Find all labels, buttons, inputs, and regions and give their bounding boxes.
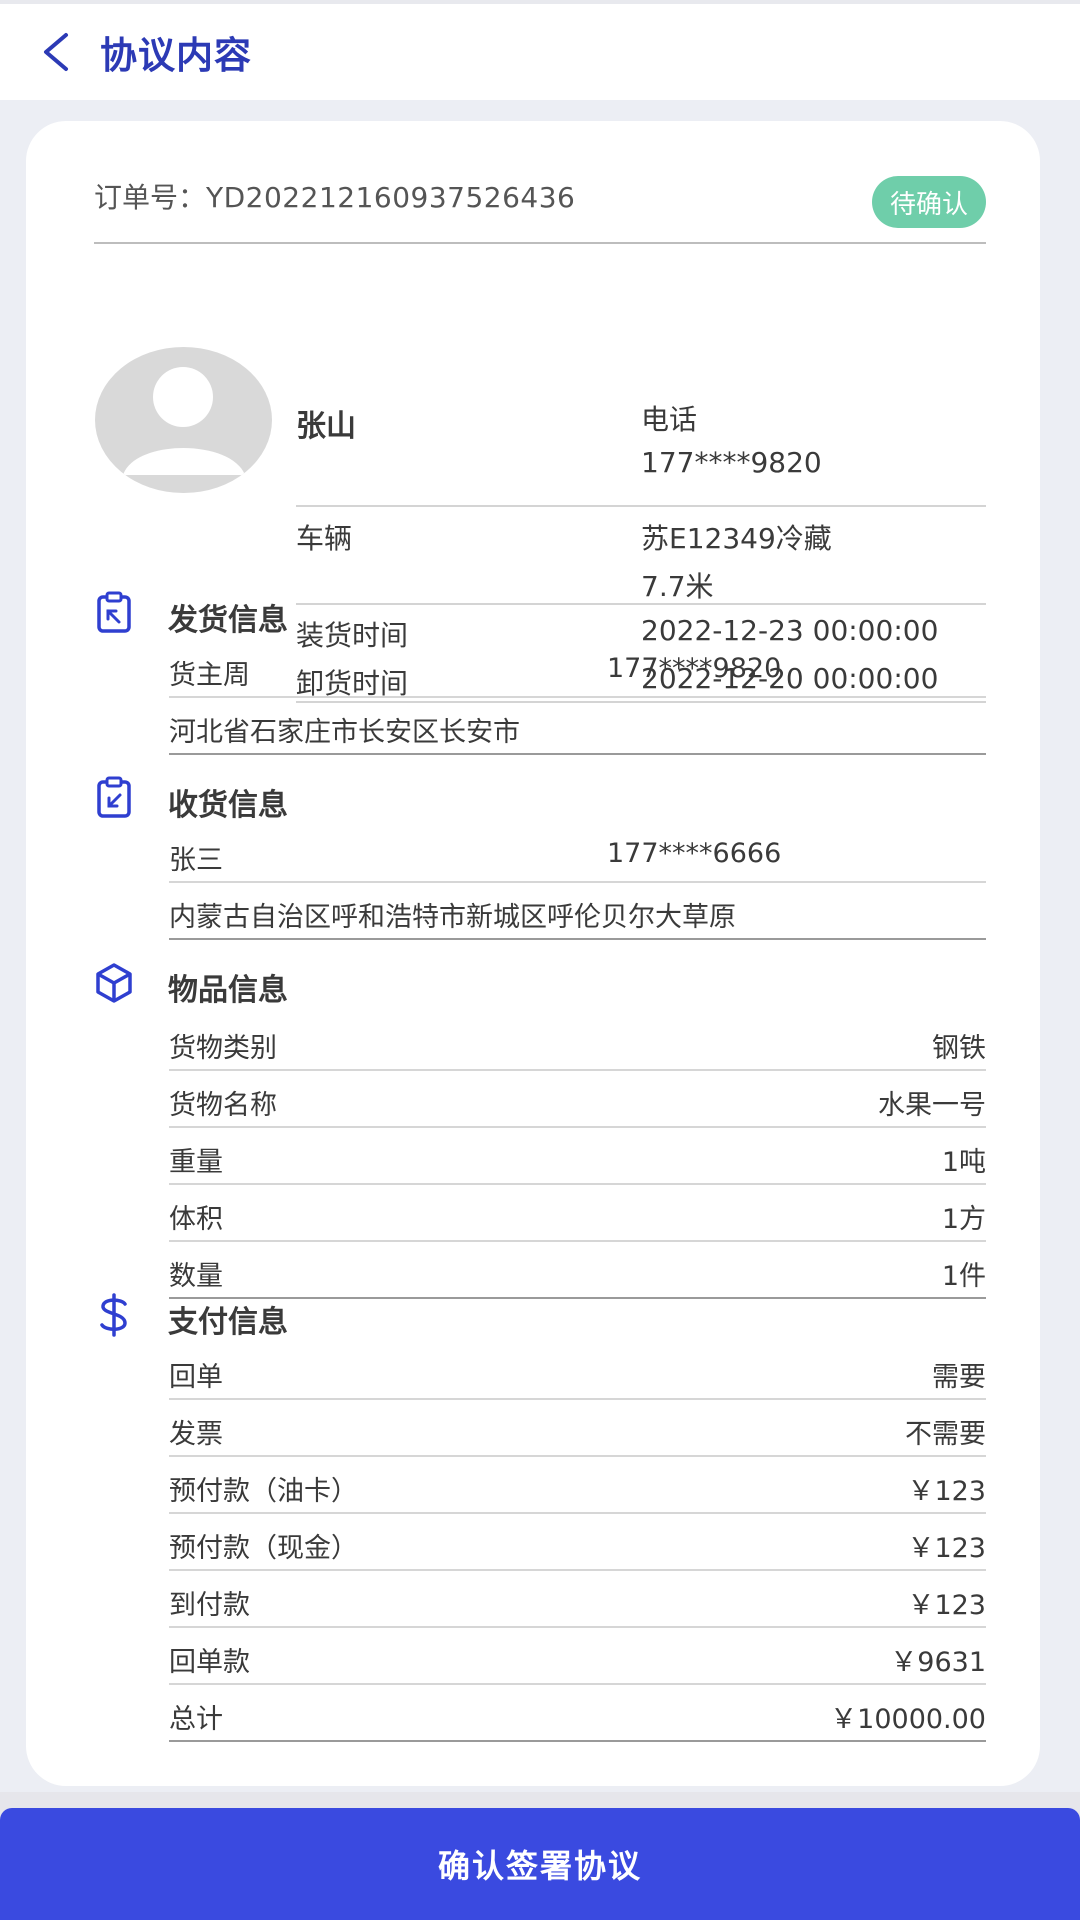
vehicle-plate: 苏E12349冷藏 (641, 522, 832, 555)
goods-volume-value: 1方 (941, 1204, 986, 1235)
invoice-label: 发票 (169, 1419, 223, 1450)
agreement-card: 订单号：YD202212160937526436 待确认 张山 电话 177**… (26, 121, 1040, 1786)
table-row: 到付款 ￥123 (169, 1571, 986, 1628)
confirm-sign-button[interactable]: 确认签署协议 (0, 1808, 1080, 1920)
receiving-rows: 张三 177****6666 内蒙古自治区呼和浩特市新城区呼伦贝尔大草原 (169, 826, 986, 940)
table-row: 体积 1方 (169, 1185, 986, 1242)
driver-phone: 177****9820 (641, 446, 822, 479)
payment-title: 支付信息 (168, 1305, 288, 1340)
list-item: 内蒙古自治区呼和浩特市新城区呼伦贝尔大草原 (169, 883, 986, 940)
shipping-rows: 货主周 177****9820 河北省石家庄市长安区长安市 (169, 641, 986, 755)
list-item: 货主周 177****9820 (169, 641, 986, 698)
shipper-name: 货主周 (169, 660, 250, 691)
dollar-icon (100, 1293, 127, 1337)
package-icon (96, 963, 132, 1003)
order-number: 订单号：YD202212160937526436 (94, 176, 575, 216)
prepay-cash-label: 预付款（现金） (169, 1533, 358, 1564)
goods-weight-value: 1吨 (941, 1147, 986, 1178)
goods-rows: 货物类别 钢铁 货物名称 水果一号 重量 1吨 体积 1方 数量 1件 (169, 1014, 986, 1299)
shipper-phone: 177****9820 (607, 653, 782, 684)
table-row: 重量 1吨 (169, 1128, 986, 1185)
cod-label: 到付款 (169, 1590, 250, 1621)
goods-name-label: 货物名称 (169, 1090, 277, 1121)
table-row: 总计 ￥10000.00 (169, 1685, 986, 1742)
clipboard-in-icon (97, 776, 131, 818)
shipping-title: 发货信息 (168, 603, 288, 638)
status-badge: 待确认 (871, 176, 986, 228)
back-button[interactable] (10, 4, 100, 100)
order-row: 订单号：YD202212160937526436 待确认 (94, 176, 986, 244)
phone-label: 电话 (641, 403, 698, 436)
order-label: 订单号： (94, 181, 207, 214)
driver-name: 张山 (296, 409, 356, 444)
receipt-label: 回单 (169, 1362, 223, 1393)
prepay-fuel-value: ￥123 (907, 1476, 986, 1507)
shipping-section-header: 发货信息 (94, 591, 986, 641)
receipt-payment-label: 回单款 (169, 1647, 250, 1678)
table-row: 货物类别 钢铁 (169, 1014, 986, 1071)
prepay-cash-value: ￥123 (907, 1533, 986, 1564)
avatar (95, 347, 272, 493)
goods-category-value: 钢铁 (932, 1033, 986, 1064)
cod-value: ￥123 (907, 1590, 986, 1621)
list-item: 河北省石家庄市长安区长安市 (169, 698, 986, 755)
receipt-payment-value: ￥9631 (890, 1647, 986, 1678)
receipt-value: 需要 (932, 1362, 986, 1393)
invoice-value: 不需要 (905, 1419, 986, 1450)
clipboard-out-icon (97, 591, 131, 633)
user-avatar-icon (123, 367, 245, 475)
goods-category-label: 货物类别 (169, 1033, 277, 1064)
table-row: 数量 1件 (169, 1242, 986, 1299)
goods-title: 物品信息 (168, 973, 288, 1008)
table-row: 预付款（现金） ￥123 (169, 1514, 986, 1571)
goods-section-header: 物品信息 (94, 961, 986, 1011)
payment-rows: 回单 需要 发票 不需要 预付款（油卡） ￥123 预付款（现金） ￥123 到… (169, 1343, 986, 1742)
prepay-fuel-label: 预付款（油卡） (169, 1476, 358, 1507)
receiving-section-header: 收货信息 (94, 776, 986, 826)
table-row: 发票 不需要 (169, 1400, 986, 1457)
receiving-title: 收货信息 (168, 788, 288, 823)
top-bar: 协议内容 (0, 4, 1080, 100)
table-row: 回单 需要 (169, 1343, 986, 1400)
receiver-name: 张三 (169, 845, 223, 876)
shipper-address: 河北省石家庄市长安区长安市 (169, 717, 520, 748)
total-label: 总计 (169, 1704, 223, 1735)
goods-weight-label: 重量 (169, 1147, 223, 1178)
divider (296, 505, 986, 507)
page-title: 协议内容 (100, 34, 252, 77)
order-number-value: YD202212160937526436 (206, 181, 576, 214)
receiver-phone: 177****6666 (607, 838, 782, 869)
chevron-left-icon (44, 33, 68, 71)
table-row: 预付款（油卡） ￥123 (169, 1457, 986, 1514)
table-row: 回单款 ￥9631 (169, 1628, 986, 1685)
total-value: ￥10000.00 (830, 1704, 986, 1735)
goods-name-value: 水果一号 (878, 1090, 986, 1121)
goods-quantity-label: 数量 (169, 1261, 223, 1292)
receiver-address: 内蒙古自治区呼和浩特市新城区呼伦贝尔大草原 (169, 902, 736, 933)
table-row: 货物名称 水果一号 (169, 1071, 986, 1128)
goods-quantity-value: 1件 (941, 1261, 986, 1292)
list-item: 张三 177****6666 (169, 826, 986, 883)
goods-volume-label: 体积 (169, 1204, 223, 1235)
payment-section-header: 支付信息 (94, 1293, 986, 1343)
vehicle-label: 车辆 (296, 522, 353, 555)
